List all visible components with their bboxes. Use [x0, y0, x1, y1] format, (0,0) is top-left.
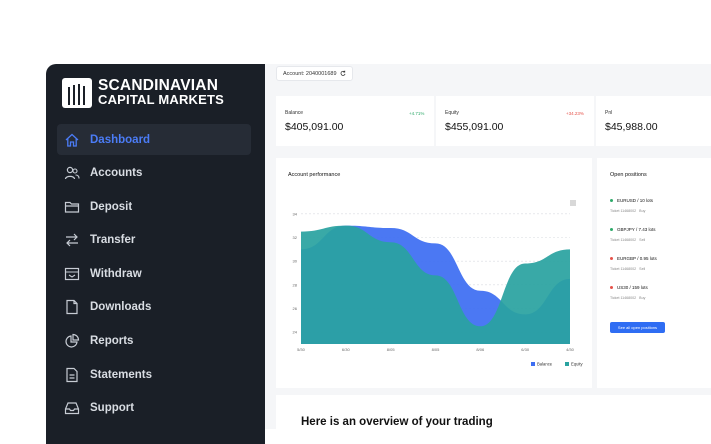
- sidebar-item-statements[interactable]: Statements: [57, 359, 251, 390]
- position-pair: EURGBP: [617, 256, 636, 261]
- folder-icon: [63, 198, 80, 215]
- open-positions-title: Open positions: [610, 172, 647, 178]
- sidebar-item-label: Support: [90, 402, 135, 415]
- stat-label: Pnl: [605, 110, 613, 116]
- brand-name: SCANDINAVIAN CAPITAL MARKETS: [98, 77, 225, 107]
- inbox-icon: [63, 400, 80, 417]
- pie-chart-icon: [63, 333, 80, 350]
- status-dot: [610, 199, 613, 203]
- position-item[interactable]: EURGBP / 0.95 lots Ticket 11468002 Sell: [610, 256, 657, 271]
- sidebar-item-accounts[interactable]: Accounts: [57, 158, 251, 189]
- account-selector[interactable]: Account: 2040001689: [276, 66, 353, 81]
- position-pair: US30: [617, 285, 629, 290]
- position-item[interactable]: GBPJPY / 7.43 lots Ticket 11468002 Sell: [610, 227, 655, 242]
- chart-title: Account performance: [288, 172, 341, 178]
- see-all-positions-button[interactable]: See all open positions: [610, 322, 665, 333]
- status-dot: [610, 286, 613, 290]
- x-tick-label: 6/30: [342, 347, 351, 352]
- y-tick-label: 30: [293, 259, 298, 264]
- y-tick-label: 28: [293, 282, 298, 287]
- y-tick-label: 24: [293, 330, 298, 335]
- statement-icon: [63, 366, 80, 383]
- y-tick-label: 32: [293, 235, 298, 240]
- sidebar-item-dashboard[interactable]: Dashboard: [57, 124, 251, 155]
- stat-card-equity: Equity +34.23% $455,091.00: [436, 96, 594, 146]
- legend-swatch: [531, 362, 535, 366]
- position-lots: 0.95 lots: [639, 256, 657, 261]
- open-positions-card: [597, 158, 711, 388]
- stat-delta: +34.23%: [566, 111, 584, 116]
- position-side: Buy: [639, 296, 646, 300]
- x-tick-label: 8/05: [387, 347, 396, 352]
- y-tick-label: 34: [293, 211, 298, 216]
- performance-chart: 24 26 28 30 32 34 5/30 6/30 8/05 8/05 8/06 6/30 4/30…: [293, 211, 584, 367]
- logo-mark-icon: [62, 78, 92, 108]
- sidebar-item-downloads[interactable]: Downloads: [57, 292, 251, 323]
- stat-card-pnl: Pnl $45,988.00: [596, 96, 711, 146]
- sidebar-item-support[interactable]: Support: [57, 393, 251, 424]
- sidebar-item-withdraw[interactable]: Withdraw: [57, 258, 251, 289]
- x-tick-label: 4/30: [566, 347, 575, 352]
- position-ticket: Ticket 11468002: [610, 238, 637, 242]
- position-item[interactable]: US30 / 159 lots Ticket 11468002 Buy: [610, 285, 648, 300]
- account-number: Account: 2040001689: [283, 70, 337, 77]
- sidebar-nav: Dashboard Accounts Deposit Transfer With…: [57, 124, 251, 426]
- refresh-icon[interactable]: [340, 70, 346, 78]
- y-tick-label: 26: [293, 306, 298, 311]
- sidebar-item-deposit[interactable]: Deposit: [57, 191, 251, 222]
- withdraw-icon: [63, 265, 80, 282]
- status-dot: [610, 228, 613, 232]
- sidebar-item-label: Deposit: [90, 200, 133, 213]
- status-dot: [610, 257, 613, 261]
- sidebar-item-label: Dashboard: [90, 133, 151, 146]
- position-ticket: Ticket 11468002: [610, 209, 637, 213]
- users-icon: [63, 165, 80, 182]
- sidebar-item-label: Withdraw: [90, 267, 142, 280]
- transfer-icon: [63, 232, 80, 249]
- x-tick-label: 8/06: [476, 347, 485, 352]
- position-lots: 159 lots: [632, 285, 648, 290]
- stat-value: $455,091.00: [445, 121, 504, 133]
- position-side: Buy: [639, 209, 646, 213]
- legend-label: Equity: [571, 362, 584, 367]
- overview-heading: Here is an overview of your trading: [301, 416, 493, 428]
- stat-card-balance: Balance +4.71% $405,091.00: [276, 96, 434, 146]
- position-item[interactable]: EURUSD / 10 lots Ticket 11468002 Buy: [610, 198, 653, 213]
- stat-label: Balance: [285, 110, 304, 116]
- sidebar-item-label: Downloads: [90, 301, 152, 314]
- brand-line-2: CAPITAL MARKETS: [98, 92, 225, 107]
- position-ticket: Ticket 11468002: [610, 296, 637, 300]
- x-tick-label: 8/05: [432, 347, 441, 352]
- brand-line-1: SCANDINAVIAN: [98, 77, 219, 94]
- legend-swatch: [565, 362, 569, 366]
- sidebar-item-transfer[interactable]: Transfer: [57, 225, 251, 256]
- position-ticket: Ticket 11468002: [610, 267, 637, 271]
- document-icon: [63, 299, 80, 316]
- position-side: Sell: [639, 267, 646, 271]
- sidebar-item-label: Statements: [90, 368, 152, 381]
- sidebar-item-label: Accounts: [90, 167, 143, 180]
- logo[interactable]: SCANDINAVIAN CAPITAL MARKETS: [62, 78, 224, 108]
- x-tick-label: 6/30: [521, 347, 530, 352]
- overview-card: [276, 395, 711, 435]
- x-tick-label: 5/30: [297, 347, 306, 352]
- position-pair: EURUSD: [617, 198, 637, 203]
- stat-value: $405,091.00: [285, 121, 344, 133]
- position-lots: 7.43 lots: [638, 227, 656, 232]
- sidebar-item-reports[interactable]: Reports: [57, 326, 251, 357]
- home-icon: [63, 131, 80, 148]
- stat-delta: +4.71%: [409, 111, 425, 116]
- position-side: Sell: [639, 238, 646, 242]
- position-pair: GBPJPY: [617, 227, 635, 232]
- stat-label: Equity: [445, 110, 459, 116]
- legend-label: Balance: [537, 362, 553, 367]
- position-lots: 10 lots: [639, 198, 654, 203]
- sidebar-item-label: Reports: [90, 335, 134, 348]
- stat-value: $45,988.00: [605, 121, 658, 133]
- sidebar-item-label: Transfer: [90, 234, 136, 247]
